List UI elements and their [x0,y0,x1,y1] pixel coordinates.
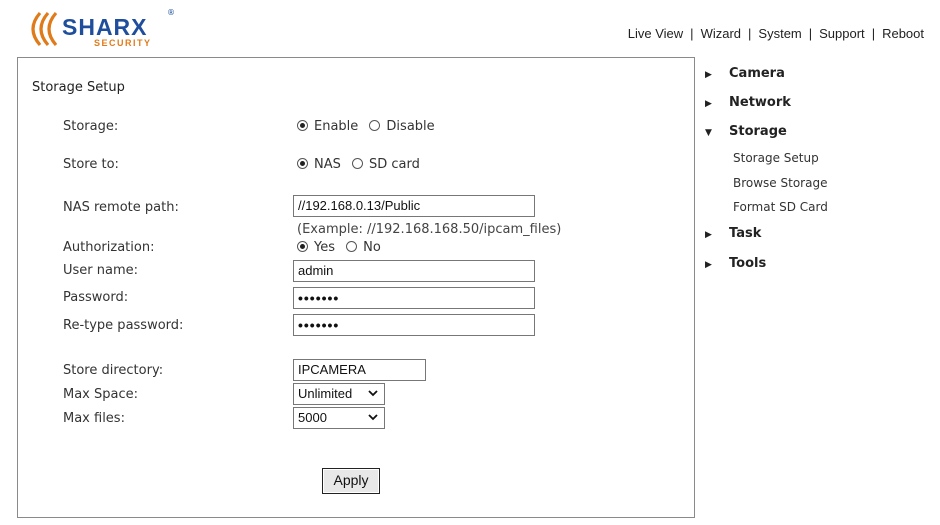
sidebar-item-task[interactable]: ▶ Task [705,226,761,241]
header: SHARX SECURITY ® Live View | Wizard | System… [0,0,940,58]
sidebar-subitem-format-sd-card[interactable]: Format SD Card [733,200,828,214]
authorization-yes-label[interactable]: Yes [314,240,335,255]
max-space-select[interactable]: Unlimited [293,383,385,405]
top-nav: Live View | Wizard | System | Support | Reboot [628,26,924,41]
brand-name: SHARX [62,14,148,40]
max-files-label: Max files: [63,411,125,426]
retype-password-input[interactable]: ••••••• [293,314,535,336]
sharx-logo[interactable]: SHARX SECURITY ® [22,8,175,50]
sidebar-item-label: Network [729,95,791,110]
authorization-no-radio[interactable] [346,241,358,252]
sidebar-item-label: Tools [729,256,767,271]
storage-disable-label[interactable]: Disable [386,119,434,134]
nav-separator: | [690,26,694,41]
caret-down-icon: ▼ [705,128,712,138]
sidebar-subitem-browse-storage[interactable]: Browse Storage [733,176,827,190]
sidebar-item-label: Task [729,226,762,241]
storage-enable-radio[interactable] [297,120,308,131]
sidebar-item-storage[interactable]: ▼ Storage [705,124,787,139]
registered-mark: ® [167,8,175,17]
nav-reboot[interactable]: Reboot [882,26,924,41]
user-name-label: User name: [63,263,139,278]
store-to-nas-radio[interactable] [297,158,308,169]
retype-password-label: Re-type password: [63,318,184,333]
max-files-value: 5000 [298,410,327,425]
sidebar-item-camera[interactable]: ▶ Camera [705,66,785,81]
authorization-radio-group: Yes No [297,240,388,255]
sidebar-subitem-storage-setup[interactable]: Storage Setup [733,151,819,165]
storage-disable-radio[interactable] [369,120,381,131]
nas-path-example: (Example: //192.168.168.50/ipcam_files) [297,222,562,237]
nas-path-label: NAS remote path: [63,200,179,215]
nav-separator: | [748,26,752,41]
sidebar-item-label: Camera [729,66,785,81]
sidebar-item-tools[interactable]: ▶ Tools [705,256,766,271]
store-to-nas-label[interactable]: NAS [314,157,341,172]
storage-radio-group: Enable Disable [297,119,442,134]
password-label: Password: [63,290,129,305]
store-to-radio-group: NAS SD card [297,157,427,172]
store-to-label: Store to: [63,157,119,172]
sidebar-item-label: Storage [729,124,787,139]
storage-setup-panel: Storage Setup Storage: Enable Disable St… [17,57,695,518]
max-files-select[interactable]: 5000 [293,407,385,429]
brand-tagline: SECURITY [94,38,152,48]
storage-enable-label[interactable]: Enable [314,119,358,134]
nav-separator: | [808,26,813,41]
chevron-down-icon [368,414,378,421]
caret-right-icon: ▶ [705,99,712,109]
nav-live-view[interactable]: Live View [628,26,683,41]
max-space-label: Max Space: [63,387,139,402]
storage-label: Storage: [63,119,119,134]
authorization-label: Authorization: [63,240,155,255]
caret-right-icon: ▶ [705,230,712,240]
nas-path-input[interactable]: //192.168.0.13/Public [293,195,535,217]
caret-right-icon: ▶ [705,70,712,80]
chevron-down-icon [368,390,378,397]
max-space-value: Unlimited [298,386,353,401]
authorization-yes-radio[interactable] [297,241,308,252]
store-to-sd-label[interactable]: SD card [369,157,420,172]
nav-separator: | [871,26,876,41]
nav-wizard[interactable]: Wizard [701,26,741,41]
store-to-sd-radio[interactable] [352,158,364,169]
authorization-no-label[interactable]: No [363,240,381,255]
caret-right-icon: ▶ [705,260,712,270]
sidebar-item-network[interactable]: ▶ Network [705,95,791,110]
store-directory-label: Store directory: [63,363,164,378]
store-directory-input[interactable]: IPCAMERA [293,359,426,381]
user-name-input[interactable]: admin [293,260,535,282]
nav-system[interactable]: System [758,26,801,41]
password-input[interactable]: ••••••• [293,287,535,309]
page-title: Storage Setup [32,80,125,95]
nav-support[interactable]: Support [819,26,865,41]
apply-button[interactable]: Apply [322,468,380,494]
